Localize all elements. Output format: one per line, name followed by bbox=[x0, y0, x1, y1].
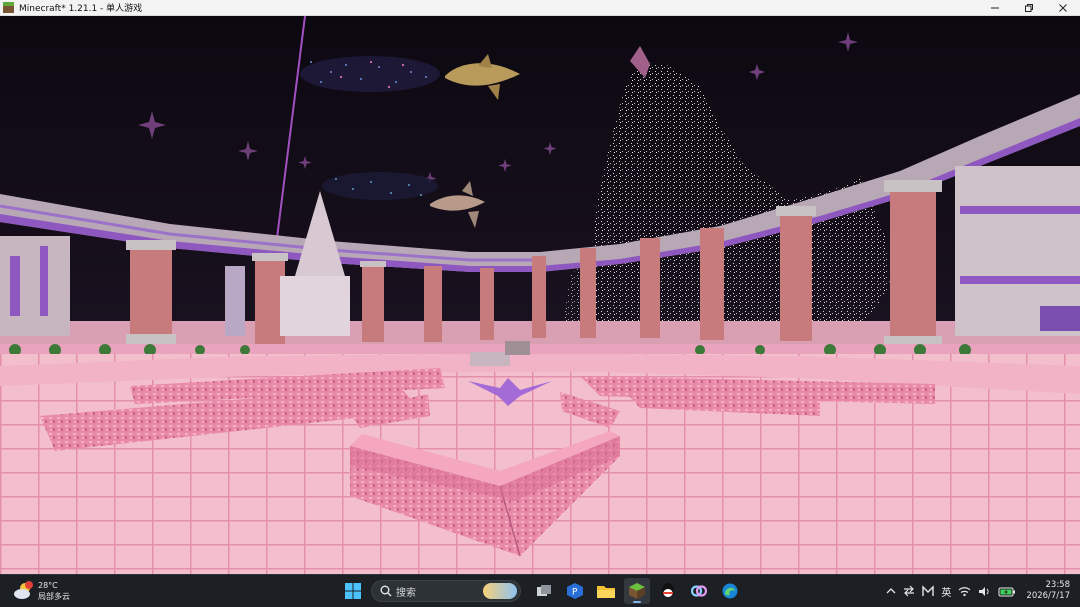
tray-overflow-button[interactable] bbox=[886, 578, 896, 604]
edge-icon bbox=[722, 583, 738, 599]
sync-arrows-icon bbox=[904, 585, 915, 597]
file-explorer-button[interactable] bbox=[593, 578, 619, 604]
minecraft-window-icon bbox=[3, 2, 14, 13]
window-controls bbox=[978, 0, 1080, 16]
close-icon bbox=[1059, 4, 1067, 12]
battery-button[interactable] bbox=[998, 578, 1016, 604]
search-icon bbox=[380, 585, 392, 597]
taskbar: 28°C 局部多云 搜索 P 英 23:58 2026/7/17 bbox=[0, 574, 1080, 607]
qq-icon bbox=[662, 583, 674, 597]
minecraft-icon bbox=[629, 583, 645, 599]
minimize-icon bbox=[991, 7, 999, 9]
file-explorer-icon bbox=[597, 586, 615, 598]
taskbar-search[interactable]: 搜索 bbox=[371, 580, 521, 602]
search-highlight-icon bbox=[483, 583, 517, 599]
close-button[interactable] bbox=[1046, 0, 1080, 16]
weather-widget[interactable]: 28°C 局部多云 bbox=[12, 578, 70, 604]
weather-text: 28°C 局部多云 bbox=[38, 580, 70, 602]
window-title-bar[interactable]: Minecraft* 1.21.1 - 单人游戏 bbox=[0, 0, 1080, 16]
chevron-up-icon bbox=[886, 588, 896, 594]
m-app-icon bbox=[922, 585, 935, 596]
ime-label: 英 bbox=[941, 587, 952, 599]
svg-text:P: P bbox=[572, 588, 578, 598]
ime-indicator[interactable]: 英 bbox=[941, 578, 951, 604]
task-view-icon bbox=[537, 585, 551, 596]
battery-charging-icon bbox=[998, 587, 1016, 596]
edge-button[interactable] bbox=[717, 578, 743, 604]
start-button[interactable] bbox=[340, 578, 366, 604]
minecraft-taskbar-button[interactable] bbox=[624, 578, 650, 604]
window-title: Minecraft* 1.21.1 - 单人游戏 bbox=[19, 4, 143, 14]
p-app-button[interactable]: P bbox=[562, 578, 588, 604]
copilot-icon bbox=[691, 585, 707, 597]
copilot-button[interactable] bbox=[686, 578, 712, 604]
weather-temp: 28°C bbox=[38, 581, 58, 590]
weather-cloud-sun-icon bbox=[12, 581, 34, 601]
system-tray: 英 23:58 2026/7/17 bbox=[879, 578, 1070, 604]
restore-icon bbox=[1025, 4, 1033, 12]
tray-m-app-button[interactable] bbox=[922, 578, 935, 604]
system-clock[interactable]: 23:58 2026/7/17 bbox=[1026, 580, 1070, 602]
task-view-button[interactable] bbox=[531, 578, 557, 604]
restore-button[interactable] bbox=[1012, 0, 1046, 16]
game-scene bbox=[0, 16, 1080, 574]
tray-sync-button[interactable] bbox=[903, 578, 915, 604]
right-building bbox=[955, 166, 1080, 336]
windows-start-icon bbox=[345, 583, 361, 599]
wifi-button[interactable] bbox=[958, 578, 971, 604]
weather-desc: 局部多云 bbox=[38, 592, 70, 601]
volume-button[interactable] bbox=[978, 578, 991, 604]
speaker-icon bbox=[979, 586, 990, 596]
minimize-button[interactable] bbox=[978, 0, 1012, 16]
taskbar-apps: 搜索 P bbox=[340, 578, 748, 604]
search-label: 搜索 bbox=[396, 587, 416, 599]
game-viewport[interactable] bbox=[0, 16, 1080, 574]
qq-button[interactable] bbox=[655, 578, 681, 604]
clock-time: 23:58 bbox=[1045, 580, 1071, 590]
wifi-icon bbox=[958, 586, 971, 596]
clock-date: 2026/7/17 bbox=[1026, 591, 1070, 601]
p-app-icon: P bbox=[567, 583, 583, 599]
